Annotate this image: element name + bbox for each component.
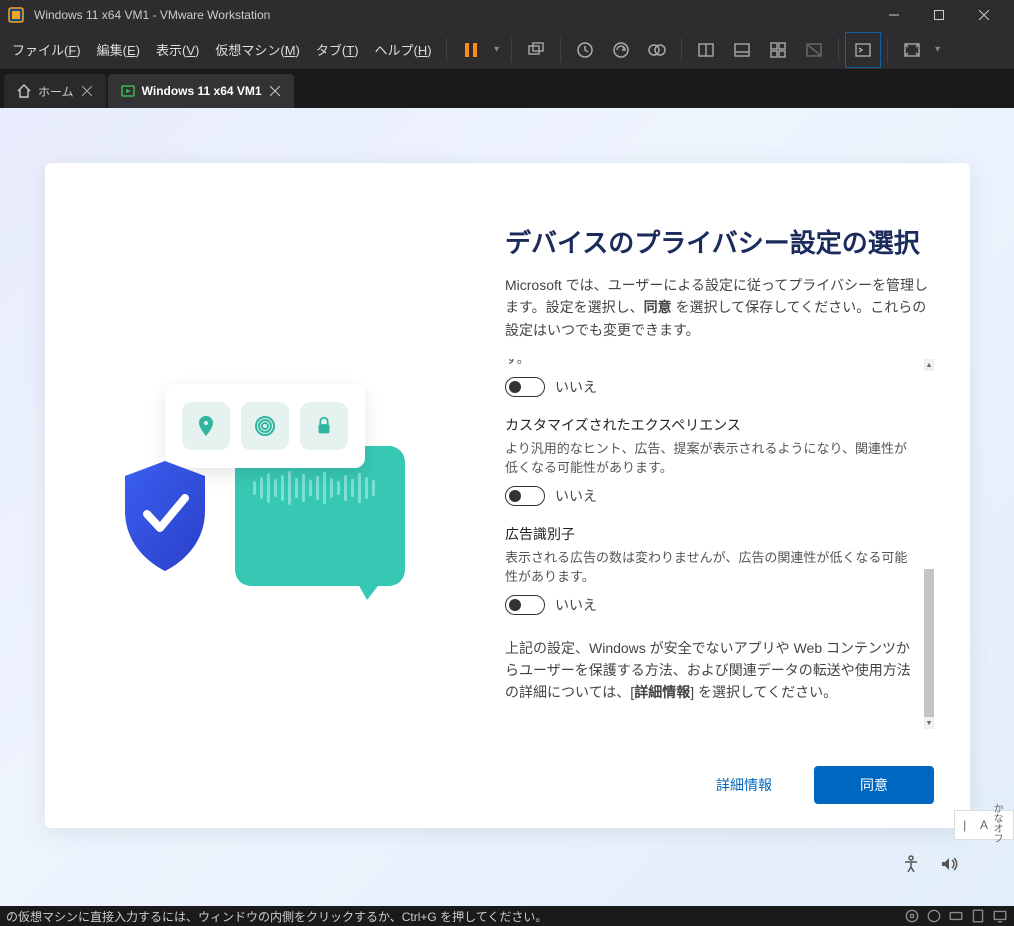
menubar: ファイル(F) 編集(E) 表示(V) 仮想マシン(M) タブ(T) ヘルプ(H… xyxy=(0,30,1014,70)
toggle-0[interactable] xyxy=(505,377,545,397)
separator xyxy=(838,38,839,62)
menu-vm[interactable]: 仮想マシン(M) xyxy=(207,36,308,63)
view-tile-icon[interactable] xyxy=(760,32,796,68)
titlebar: Windows 11 x64 VM1 - VMware Workstation xyxy=(0,0,1014,30)
fullscreen-icon[interactable] xyxy=(894,32,930,68)
status-usb-icon[interactable] xyxy=(970,909,986,923)
snapshot-icon[interactable] xyxy=(567,32,603,68)
tab-vm1[interactable]: Windows 11 x64 VM1 xyxy=(108,74,294,108)
toggle-0-label: いいえ xyxy=(555,377,597,397)
footer-text: 上記の設定、Windows が安全でないアプリや Web コンテンツからユーザー… xyxy=(505,637,914,704)
send-key-icon[interactable] xyxy=(518,32,554,68)
tab-home[interactable]: ホーム xyxy=(4,74,106,108)
status-message: の仮想マシンに直接入力するには、ウィンドウの内側をクリックするか、Ctrl+G … xyxy=(6,908,904,925)
settings-scroll-area: す。 いいえ カスタマイズされたエクスペリエンス より汎用的なヒント、広告、提案… xyxy=(505,359,934,729)
pause-icon[interactable] xyxy=(453,32,489,68)
more-info-button[interactable]: 詳細情報 xyxy=(684,766,804,804)
snapshot-revert-icon[interactable] xyxy=(603,32,639,68)
separator xyxy=(446,38,447,62)
status-icons xyxy=(904,909,1008,923)
toggle-1-label: いいえ xyxy=(555,486,597,506)
scrollbar-up-icon[interactable]: ▲ xyxy=(924,359,934,371)
intro-text: Microsoft では、ユーザーによる設定に従ってプライバシーを管理します。設… xyxy=(505,274,934,341)
volume-icon[interactable] xyxy=(939,854,959,874)
accessibility-icon[interactable] xyxy=(901,854,921,874)
close-icon[interactable] xyxy=(268,84,282,98)
ime-indicator[interactable]: | A かな オフ xyxy=(954,810,1014,840)
shield-icon xyxy=(115,456,215,576)
scrollbar-thumb[interactable] xyxy=(924,569,934,719)
separator xyxy=(681,38,682,62)
location-icon xyxy=(182,402,230,450)
agree-button[interactable]: 同意 xyxy=(814,766,934,804)
illustration-panel xyxy=(45,163,505,828)
toggle-1[interactable] xyxy=(505,486,545,506)
scrollbar[interactable]: ▲ ▼ xyxy=(924,359,934,729)
setting-title-2: 広告識別子 xyxy=(505,524,914,544)
fingerprint-icon xyxy=(241,402,289,450)
ime-cursor: | xyxy=(955,818,974,832)
setting-desc-2: 表示される広告の数は変わりませんが、広告の関連性が低くなる可能性があります。 xyxy=(505,548,914,587)
console-icon[interactable] xyxy=(845,32,881,68)
truncated-text: す。 xyxy=(505,359,914,369)
separator xyxy=(887,38,888,62)
tab-label: Windows 11 x64 VM1 xyxy=(142,84,262,98)
status-cd-icon[interactable] xyxy=(926,909,942,923)
statusbar: の仮想マシンに直接入力するには、ウィンドウの内側をクリックするか、Ctrl+G … xyxy=(0,906,1014,926)
page-title: デバイスのプライバシー設定の選択 xyxy=(505,223,934,260)
tabbar: ホーム Windows 11 x64 VM1 xyxy=(0,70,1014,108)
vm-icon xyxy=(120,83,136,99)
menu-view[interactable]: 表示(V) xyxy=(148,36,207,63)
privacy-card: デバイスのプライバシー設定の選択 Microsoft では、ユーザーによる設定に… xyxy=(45,163,970,828)
chevron-down-icon[interactable]: ▾ xyxy=(930,44,946,55)
minimize-button[interactable] xyxy=(871,0,916,30)
menu-file[interactable]: ファイル(F) xyxy=(4,36,89,63)
separator xyxy=(511,38,512,62)
lock-icon xyxy=(300,402,348,450)
window-controls xyxy=(871,0,1006,30)
window-title: Windows 11 x64 VM1 - VMware Workstation xyxy=(34,8,871,22)
button-row: 詳細情報 同意 xyxy=(684,766,934,804)
close-button[interactable] xyxy=(961,0,1006,30)
scrollbar-down-icon[interactable]: ▼ xyxy=(924,717,934,729)
tray-icons xyxy=(901,854,959,874)
setting-title-1: カスタマイズされたエクスペリエンス xyxy=(505,415,914,435)
status-monitor-icon[interactable] xyxy=(992,909,1008,923)
toggle-2-label: いいえ xyxy=(555,595,597,615)
privacy-illustration xyxy=(125,376,425,616)
unity-icon[interactable] xyxy=(796,32,832,68)
separator xyxy=(560,38,561,62)
setting-desc-1: より汎用的なヒント、広告、提案が表示されるようになり、関連性が低くなる可能性があ… xyxy=(505,439,914,478)
close-icon[interactable] xyxy=(80,84,94,98)
vm-viewport[interactable]: デバイスのプライバシー設定の選択 Microsoft では、ユーザーによる設定に… xyxy=(0,108,1014,906)
privacy-content: デバイスのプライバシー設定の選択 Microsoft では、ユーザーによる設定に… xyxy=(505,163,970,828)
ime-mode: A xyxy=(974,818,993,832)
menu-edit[interactable]: 編集(E) xyxy=(89,36,148,63)
tab-label: ホーム xyxy=(38,83,74,100)
snapshot-manager-icon[interactable] xyxy=(639,32,675,68)
maximize-button[interactable] xyxy=(916,0,961,30)
chevron-down-icon[interactable]: ▾ xyxy=(489,44,505,55)
view-single-icon[interactable] xyxy=(688,32,724,68)
ime-kana: かな オフ xyxy=(994,805,1013,845)
vmware-app-icon xyxy=(8,7,24,23)
home-icon xyxy=(16,83,32,99)
status-net-icon[interactable] xyxy=(948,909,964,923)
toggle-2[interactable] xyxy=(505,595,545,615)
menu-help[interactable]: ヘルプ(H) xyxy=(367,36,440,63)
view-thumbnail-icon[interactable] xyxy=(724,32,760,68)
menu-tabs[interactable]: タブ(T) xyxy=(308,36,367,63)
status-disk-icon[interactable] xyxy=(904,909,920,923)
